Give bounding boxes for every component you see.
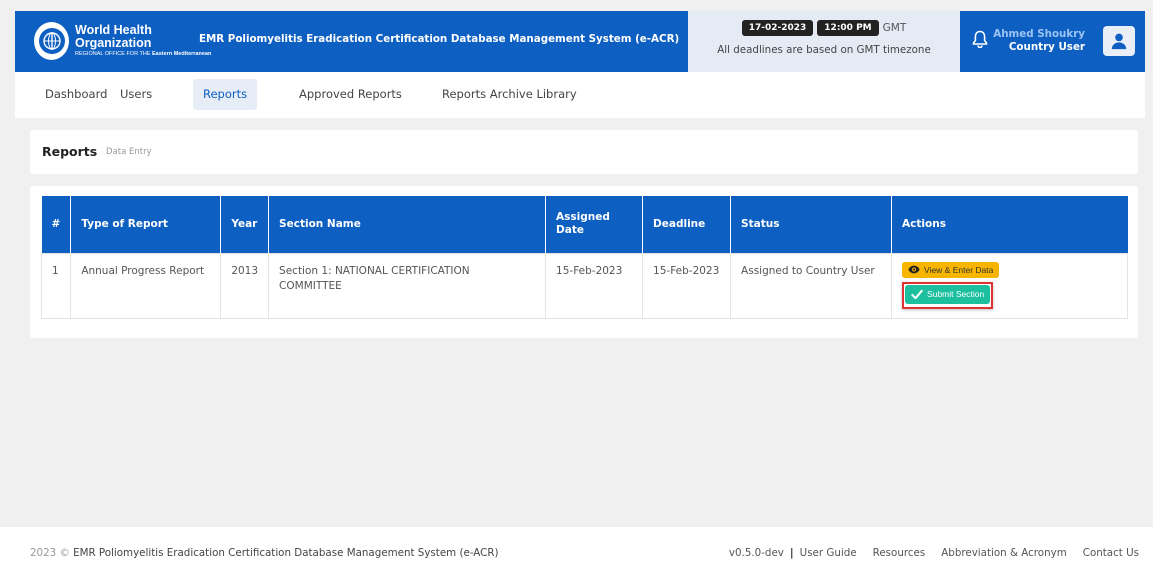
col-header-year: Year — [220, 196, 270, 253]
user-name: Ahmed Shoukry — [993, 28, 1085, 40]
who-emblem-icon — [34, 22, 69, 60]
col-header-actions: Actions — [891, 196, 1128, 253]
notification-bell-icon[interactable] — [972, 30, 988, 49]
breadcrumb: Reports Data Entry — [30, 130, 1138, 174]
time-badge: 12:00 PM — [817, 20, 879, 36]
cell-status: Assigned to Country User — [730, 252, 893, 319]
logo-line-3: REGIONAL OFFICE FOR THE Eastern Mediterr… — [75, 52, 211, 58]
footer-link-abbreviation[interactable]: Abbreviation & Acronym — [941, 547, 1067, 559]
nav-reports[interactable]: Reports — [193, 79, 258, 110]
col-header-number: # — [41, 196, 72, 253]
cell-type: Annual Progress Report — [70, 252, 222, 319]
cell-section: Section 1: NATIONAL CERTIFICATION COMMIT… — [268, 252, 547, 319]
eye-icon — [908, 265, 920, 274]
footer-copyright: 2023 © EMR Poliomyelitis Eradication Cer… — [30, 547, 499, 559]
logo-line-3-region: Eastern Mediterranean — [152, 51, 212, 58]
view-enter-data-button[interactable]: View & Enter Data — [902, 261, 1000, 278]
deadline-note: All deadlines are based on GMT timezone — [717, 44, 931, 56]
col-header-type: Type of Report — [70, 196, 222, 253]
table-row: 1 Annual Progress Report 2013 Section 1:… — [40, 252, 1128, 319]
system-title: EMR Poliomyelitis Eradication Certificat… — [199, 33, 680, 45]
logo-wordmark: World Health Organization REGIONAL OFFIC… — [75, 24, 211, 58]
footer-system-name: EMR Poliomyelitis Eradication Certificat… — [73, 547, 499, 559]
who-logo[interactable]: World Health Organization REGIONAL OFFIC… — [34, 22, 211, 60]
view-enter-data-label: View & Enter Data — [924, 264, 994, 275]
submit-highlight: Submit Section — [902, 281, 994, 309]
cell-year: 2013 — [220, 252, 270, 319]
col-header-section: Section Name — [268, 196, 547, 253]
col-header-assigned-date: Assigned Date — [545, 196, 644, 253]
check-icon — [911, 289, 923, 299]
app-footer: 2023 © EMR Poliomyelitis Eradication Cer… — [0, 527, 1153, 579]
page-subtitle: Data Entry — [106, 147, 152, 157]
cell-actions: View & Enter Data Submit Section — [891, 252, 1128, 319]
nav-approved-reports[interactable]: Approved Reports — [289, 79, 412, 110]
submit-section-button[interactable]: Submit Section — [905, 284, 991, 304]
logo-line-1: World Health — [75, 23, 152, 38]
date-badge: 17-02-2023 — [741, 20, 814, 36]
footer-link-contact-us[interactable]: Contact Us — [1083, 547, 1139, 559]
timezone-label: GMT — [882, 22, 907, 34]
cell-assigned-date: 15-Feb-2023 — [545, 252, 644, 319]
footer-version: v0.5.0-dev — [728, 547, 784, 559]
logo-line-2: Organization — [75, 35, 152, 50]
user-info[interactable]: Ahmed Shoukry Country User — [993, 28, 1085, 55]
app-header: World Health Organization REGIONAL OFFIC… — [15, 11, 1145, 72]
logo-line-3-prefix: REGIONAL OFFICE FOR THE — [75, 51, 151, 58]
cell-deadline: 15-Feb-2023 — [642, 252, 732, 319]
reports-table: # Type of Report Year Section Name Assig… — [40, 196, 1128, 319]
cell-number: 1 — [40, 252, 72, 319]
col-header-status: Status — [730, 196, 893, 253]
server-time-panel: 17-02-2023 12:00 PM GMT All deadlines ar… — [688, 11, 960, 72]
submit-section-label: Submit Section — [927, 289, 985, 300]
table-header-row: # Type of Report Year Section Name Assig… — [41, 196, 1128, 253]
page-title: Reports — [42, 144, 98, 159]
footer-links: v0.5.0-dev | User Guide Resources Abbrev… — [729, 547, 1139, 559]
user-avatar-icon[interactable] — [1103, 26, 1135, 56]
footer-link-resources[interactable]: Resources — [873, 547, 926, 559]
nav-dashboard[interactable]: Dashboard — [35, 79, 117, 110]
user-role: Country User — [1008, 41, 1085, 54]
footer-year: 2023 © — [30, 547, 70, 559]
main-nav: Dashboard Users Reports Approved Reports… — [15, 72, 1145, 118]
reports-table-card: # Type of Report Year Section Name Assig… — [30, 186, 1138, 338]
col-header-deadline: Deadline — [642, 196, 732, 253]
footer-link-user-guide[interactable]: User Guide — [800, 547, 857, 559]
footer-separator: | — [789, 547, 794, 559]
nav-reports-archive-library[interactable]: Reports Archive Library — [432, 79, 587, 110]
nav-users[interactable]: Users — [110, 79, 162, 110]
